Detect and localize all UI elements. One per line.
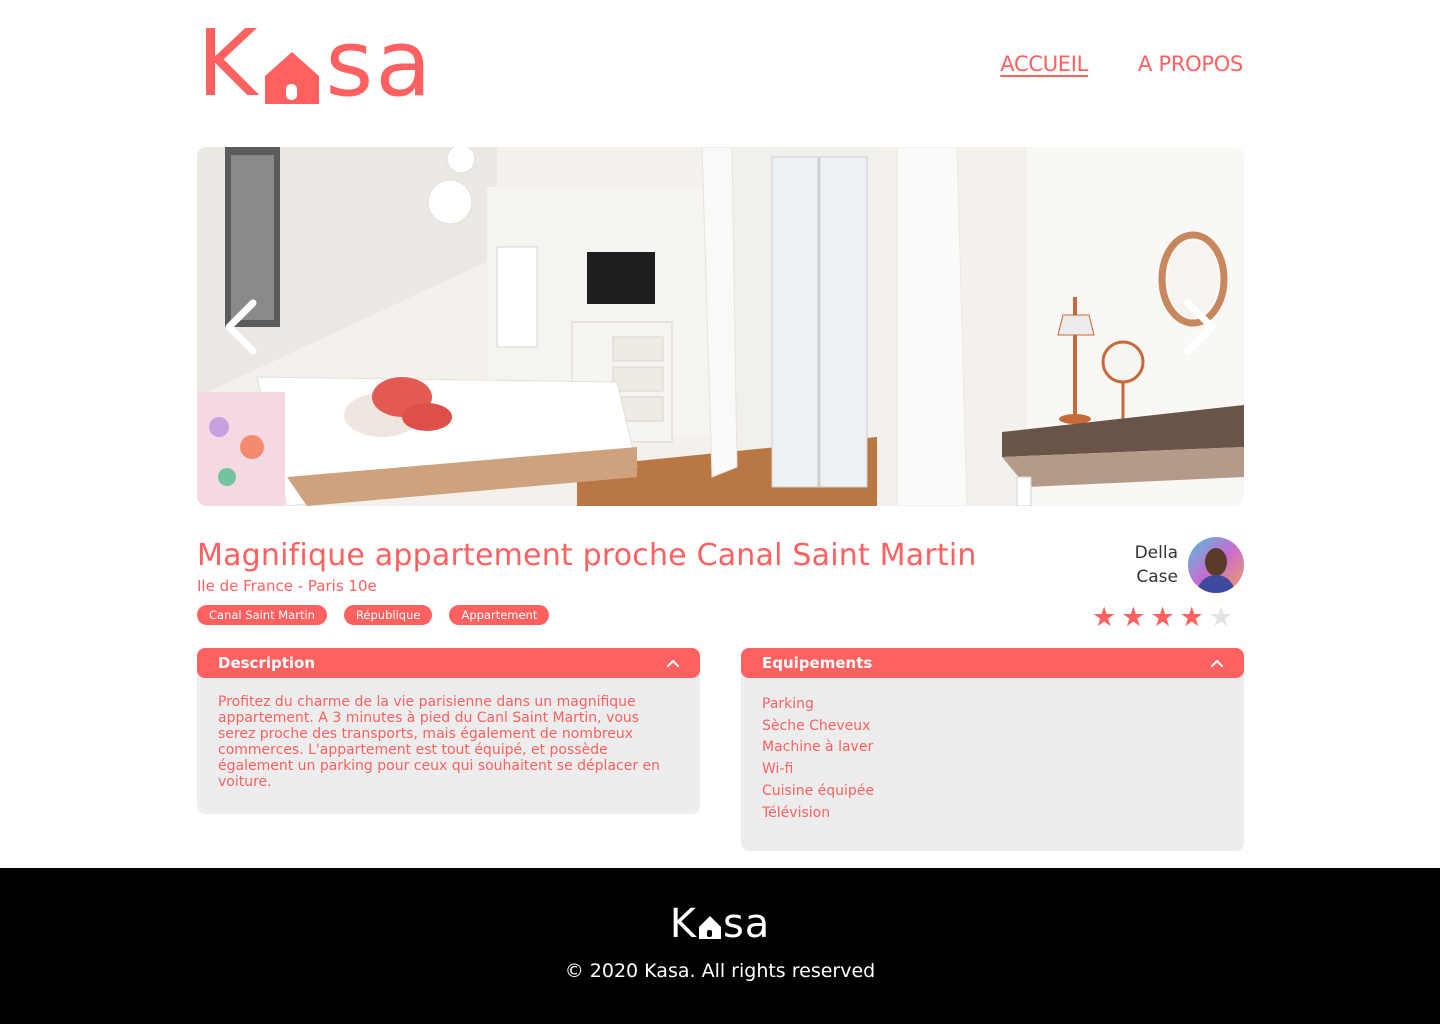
equipement-item: Télévision <box>762 804 831 821</box>
star-icon: ★ <box>1179 602 1204 633</box>
rating-stars: ★ ★ ★ ★ ★ <box>1092 603 1233 633</box>
house-icon <box>698 916 721 939</box>
chevron-up-icon[interactable] <box>666 656 680 670</box>
main-nav: ACCUEIL A PROPOS <box>1000 52 1243 76</box>
equipement-item: Wi-fi <box>762 761 794 778</box>
equipements-title: Equipements <box>762 654 873 672</box>
tag-list: Canal Saint Martin République Appartemen… <box>197 605 550 625</box>
footer-logo-letters-sa: sa <box>722 901 771 947</box>
star-icon: ★ <box>1092 602 1117 633</box>
chevron-up-icon[interactable] <box>1210 656 1224 670</box>
equipement-item: Machine à laver <box>762 739 874 756</box>
chevron-left-icon[interactable] <box>215 297 275 357</box>
equipement-item: Parking <box>762 696 814 712</box>
copyright-text: © 2020 Kasa. All rights reserved <box>564 960 876 982</box>
equipements-collapse: Equipements Parking Sèche Cheveux Machin… <box>741 648 1244 851</box>
listing-location: Ile de France - Paris 10e <box>197 577 377 595</box>
equipement-item: Cuisine équipée <box>762 782 875 799</box>
site-header: K sa ACCUEIL A PROPOS <box>197 10 1243 117</box>
description-text: Profitez du charme de la vie parisienne … <box>218 694 661 790</box>
star-icon: ★ <box>1208 602 1234 633</box>
apartment-photo <box>197 147 1244 506</box>
star-icon: ★ <box>1121 602 1146 633</box>
description-title: Description <box>218 654 316 672</box>
listing-title: Magnifique appartement proche Canal Sain… <box>197 538 977 573</box>
host-avatar <box>1188 537 1244 593</box>
equipement-item: Sèche Cheveux <box>762 717 871 734</box>
tag: Appartement <box>449 605 550 625</box>
host-info: Della Case <box>1090 537 1244 596</box>
logo-letters-sa: sa <box>325 10 434 117</box>
nav-link-a-propos[interactable]: A PROPOS <box>1138 52 1243 76</box>
footer-logo: Ksa <box>0 904 1440 944</box>
equipements-toggle[interactable]: Equipements <box>741 648 1244 678</box>
description-collapse: Description Profitez du charme de la vie… <box>197 648 700 814</box>
house-icon <box>265 52 320 104</box>
description-toggle[interactable]: Description <box>197 648 700 678</box>
logo-letter-k: K <box>197 10 260 117</box>
kasa-logo[interactable]: K sa <box>197 10 434 117</box>
tag: Canal Saint Martin <box>197 605 327 625</box>
tag: République <box>343 605 433 625</box>
site-footer: Ksa © 2020 Kasa. All rights reserved <box>0 868 1440 1024</box>
equipements-body: Parking Sèche Cheveux Machine à laver Wi… <box>741 672 1244 851</box>
description-body: Profitez du charme de la vie parisienne … <box>197 672 700 814</box>
chevron-right-icon[interactable] <box>1166 297 1226 357</box>
photo-carousel <box>197 147 1244 506</box>
footer-logo-letter-k: K <box>669 901 697 947</box>
nav-link-accueil[interactable]: ACCUEIL <box>1000 52 1088 76</box>
star-icon: ★ <box>1150 602 1175 633</box>
host-name: Della Case <box>1134 543 1178 587</box>
